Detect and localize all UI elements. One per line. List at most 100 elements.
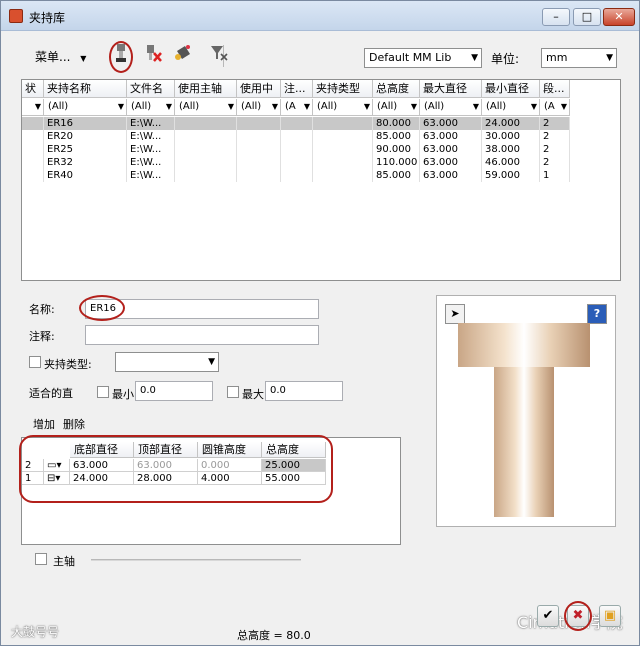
table-cell: ER25: [44, 143, 127, 156]
close-button[interactable]: ✕: [603, 8, 635, 26]
unit-select[interactable]: mm ▼: [541, 48, 617, 68]
table-cell: [313, 130, 373, 143]
table-header[interactable]: 状: [22, 80, 44, 98]
table-header[interactable]: 最大直径: [420, 80, 482, 98]
table-cell: [237, 130, 281, 143]
table-header[interactable]: 总高度: [373, 80, 420, 98]
fit-diameter-label: 适合的直: [29, 387, 73, 400]
table-filter[interactable]: (All) ▼: [313, 99, 373, 116]
library-select[interactable]: Default MM Lib ▼: [364, 48, 482, 68]
menu-button[interactable]: 菜单... ▼: [35, 48, 86, 65]
app-icon: [9, 9, 23, 23]
table-cell: E:\W...: [127, 156, 175, 169]
table-cell: 38.000: [482, 143, 540, 156]
table-filter[interactable]: (All) ▼: [373, 99, 420, 116]
table-cell: ER20: [44, 130, 127, 143]
table-cell: [281, 117, 313, 130]
holder-preview: ➤ ?: [436, 295, 616, 527]
table-cell: 59.000: [482, 169, 540, 182]
comment-field[interactable]: [85, 325, 319, 345]
window-title: 夹持库: [29, 11, 66, 25]
table-row[interactable]: ER40 E:\W... 85.000 63.000 59.000 1: [22, 169, 570, 182]
table-header[interactable]: 使用主轴: [175, 80, 237, 98]
paint-bucket-icon[interactable]: [171, 43, 195, 69]
table-header[interactable]: 文件名: [127, 80, 175, 98]
add-segment-button[interactable]: 增加: [33, 416, 55, 432]
holder-icon-highlight: [109, 41, 133, 73]
delete-holder-icon[interactable]: [141, 43, 165, 69]
minimize-button[interactable]: –: [542, 8, 570, 26]
apply-button[interactable]: ✔: [537, 605, 559, 627]
table-filter[interactable]: (A ▼: [540, 99, 570, 116]
table-cell: ER16: [44, 117, 127, 130]
min-field[interactable]: 0.0: [135, 381, 213, 401]
min-label: 最小: [112, 388, 134, 401]
table-header[interactable]: 夹持名称: [44, 80, 127, 98]
filter-clear-icon[interactable]: [207, 43, 231, 69]
table-cell: [281, 130, 313, 143]
table-cell: 30.000: [482, 130, 540, 143]
cancel-highlight: [564, 601, 592, 631]
pointer-icon[interactable]: ➤: [445, 304, 465, 324]
table-cell: E:\W...: [127, 117, 175, 130]
max-checkbox[interactable]: [227, 386, 239, 398]
title-bar: 夹持库 – □ ✕: [1, 1, 639, 31]
holder-type-checkbox[interactable]: [29, 356, 41, 368]
maximize-button[interactable]: □: [573, 8, 601, 26]
holder-library-window: 夹持库 – □ ✕ 菜单... ▼ Default MM Lib ▼ 单位: mm…: [0, 0, 640, 646]
table-header[interactable]: 夹持类型: [313, 80, 373, 98]
table-row[interactable]: ER16 E:\W... 80.000 63.000 24.000 2: [22, 117, 570, 130]
spindle-slider[interactable]: [91, 559, 301, 561]
table-filter[interactable]: ▼: [22, 99, 44, 116]
table-cell: 110.000: [373, 156, 420, 169]
table-cell: E:\W...: [127, 143, 175, 156]
table-cell: [175, 156, 237, 169]
table-filter[interactable]: (All) ▼: [175, 99, 237, 116]
table-filter[interactable]: (A ▼: [281, 99, 313, 116]
max-field[interactable]: 0.0: [265, 381, 343, 401]
table-cell: [175, 130, 237, 143]
table-cell: [281, 156, 313, 169]
name-highlight: [79, 295, 125, 321]
table-cell: ER40: [44, 169, 127, 182]
table-header[interactable]: 最小直径: [482, 80, 540, 98]
spindle-checkbox[interactable]: [35, 553, 47, 565]
table-filter[interactable]: (All) ▼: [127, 99, 175, 116]
table-cell: 85.000: [373, 130, 420, 143]
table-header[interactable]: 注...: [281, 80, 313, 98]
delete-segment-button[interactable]: 删除: [63, 416, 85, 432]
table-filter[interactable]: (All) ▼: [420, 99, 482, 116]
table-cell: E:\W...: [127, 130, 175, 143]
table-cell: ER32: [44, 156, 127, 169]
table-cell: 46.000: [482, 156, 540, 169]
table-cell: [22, 169, 44, 182]
table-cell: 63.000: [420, 117, 482, 130]
table-filter[interactable]: (All) ▼: [237, 99, 281, 116]
comment-label: 注释:: [29, 330, 55, 343]
table-row[interactable]: ER25 E:\W... 90.000 63.000 38.000 2: [22, 143, 570, 156]
table-filter[interactable]: (All) ▼: [482, 99, 540, 116]
holder-table[interactable]: 状夹持名称 文件名 使用主轴 使用中 注... 夹持类型 总高度 最大直径 最小直径 段... ▼…: [21, 79, 621, 281]
table-cell: 63.000: [420, 130, 482, 143]
table-cell: [313, 156, 373, 169]
save-button[interactable]: ▣: [599, 605, 621, 627]
table-cell: [237, 143, 281, 156]
max-label: 最大: [242, 388, 264, 401]
table-row[interactable]: ER32 E:\W... 110.000 63.000 46.000 2: [22, 156, 570, 169]
table-header[interactable]: 使用中: [237, 80, 281, 98]
min-checkbox[interactable]: [97, 386, 109, 398]
table-cell: 2: [540, 117, 570, 130]
table-header[interactable]: 段...: [540, 80, 570, 98]
holder-head-shape: [458, 323, 590, 367]
table-cell: 2: [540, 130, 570, 143]
table-cell: [313, 169, 373, 182]
table-cell: 1: [540, 169, 570, 182]
holder-type-select[interactable]: ▼: [115, 352, 219, 372]
table-cell: [237, 156, 281, 169]
table-cell: 63.000: [420, 169, 482, 182]
table-row[interactable]: ER20 E:\W... 85.000 63.000 30.000 2: [22, 130, 570, 143]
holder-shank-shape: [494, 367, 554, 517]
table-cell: 2: [540, 156, 570, 169]
help-icon[interactable]: ?: [587, 304, 607, 324]
table-filter[interactable]: (All) ▼: [44, 99, 127, 116]
